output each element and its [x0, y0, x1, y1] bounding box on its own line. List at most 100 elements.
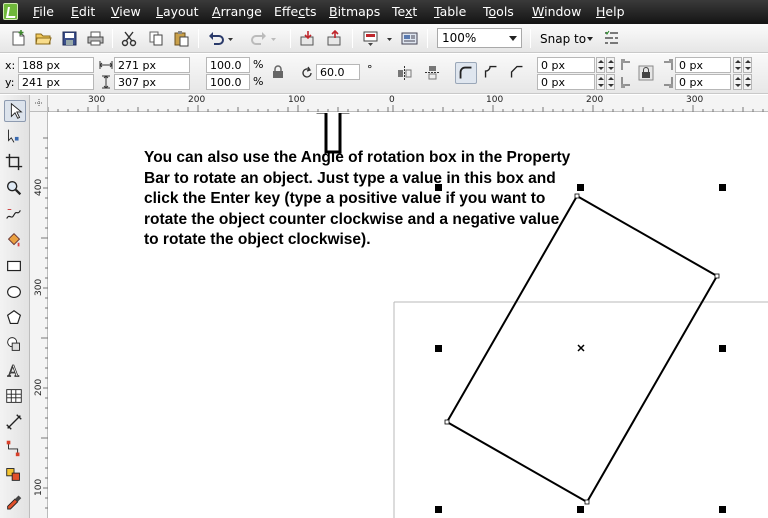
node-handle[interactable]: [444, 419, 450, 425]
menu-file[interactable]: File: [33, 4, 54, 19]
node-handle[interactable]: [714, 273, 720, 279]
menu-bitmaps[interactable]: Bitmaps: [329, 4, 380, 19]
open-folder-icon[interactable]: [35, 30, 52, 47]
x-position-field[interactable]: 188 px: [18, 57, 94, 73]
eyedropper-tool[interactable]: [4, 490, 26, 512]
round-corner-icon: [459, 66, 472, 79]
export-icon[interactable]: [326, 30, 343, 47]
shape-tool[interactable]: [4, 126, 26, 148]
menu-tools[interactable]: Tools: [483, 4, 514, 19]
round-corner-button[interactable]: [455, 62, 477, 84]
corner-radius-top-right-spinner[interactable]: [733, 57, 742, 73]
corner-radius-bottom-left-field[interactable]: 0 px: [537, 74, 595, 90]
rectangle-tool[interactable]: [4, 256, 26, 278]
menu-edit[interactable]: Edit: [71, 4, 95, 19]
copy-icon[interactable]: [148, 30, 165, 47]
scalloped-corner-button[interactable]: [481, 62, 503, 84]
zoom-tool[interactable]: [4, 178, 26, 200]
mirror-horizontal-icon[interactable]: [396, 65, 413, 82]
redo-dropdown-icon[interactable]: [270, 30, 277, 47]
selection-handle-bottom-left[interactable]: [435, 506, 442, 513]
menu-table[interactable]: Table: [434, 4, 466, 19]
pick-tool[interactable]: [4, 100, 26, 122]
menu-view[interactable]: View: [111, 4, 141, 19]
selection-handle-bottom[interactable]: [577, 506, 584, 513]
launcher-dropdown-icon[interactable]: [386, 30, 393, 47]
selection-handle-top[interactable]: [577, 184, 584, 191]
vertical-ruler[interactable]: 400 300 200 100: [30, 112, 48, 518]
y-position-field[interactable]: 241 px: [18, 74, 94, 90]
corner-radius-bottom-left-spinner[interactable]: [596, 74, 605, 90]
corner-radius-bottom-left-spinner-2[interactable]: [606, 74, 615, 90]
redo-icon[interactable]: [250, 30, 267, 47]
object-width-field[interactable]: 271 px: [114, 57, 190, 73]
text-tool[interactable]: A: [4, 360, 26, 382]
undo-dropdown-icon[interactable]: [227, 30, 234, 47]
crop-tool[interactable]: [4, 152, 26, 174]
snap-to-button[interactable]: Snap to: [540, 32, 586, 46]
corner-radius-bottom-right-spinner[interactable]: [733, 74, 742, 90]
ruler-origin-icon: [35, 99, 43, 107]
dimension-tool[interactable]: [4, 412, 26, 434]
connector-tool[interactable]: [4, 438, 26, 460]
lock-ratio-icon[interactable]: [272, 65, 284, 79]
center-of-rotation-icon[interactable]: [577, 344, 585, 352]
options-icon[interactable]: [603, 30, 620, 47]
paste-icon[interactable]: [173, 30, 190, 47]
corner-radius-top-left-field[interactable]: 0 px: [537, 57, 595, 73]
interactive-fill-tool[interactable]: [4, 464, 26, 486]
snap-to-dropdown-icon[interactable]: [587, 37, 593, 41]
lock-corners-icon[interactable]: [638, 65, 654, 81]
corner-radius-top-left-spinner[interactable]: [596, 57, 605, 73]
node-handle[interactable]: [584, 499, 590, 505]
corner-radius-top-right-field[interactable]: 0 px: [675, 57, 731, 73]
object-height-field[interactable]: 307 px: [114, 74, 190, 90]
table-tool[interactable]: [4, 386, 26, 408]
freehand-tool[interactable]: [4, 204, 26, 226]
print-icon[interactable]: [87, 30, 104, 47]
chamfered-corner-button[interactable]: [507, 62, 529, 84]
menu-text-tail: t: [412, 4, 418, 19]
toolbar-separator: [290, 29, 291, 48]
corner-radius-bottom-right-field[interactable]: 0 px: [675, 74, 731, 90]
scale-y-field[interactable]: 100.0: [206, 74, 250, 90]
zoom-level-combo[interactable]: 100%: [437, 28, 522, 48]
selection-handle-left[interactable]: [435, 345, 442, 352]
selection-handle-right[interactable]: [719, 345, 726, 352]
welcome-screen-icon[interactable]: [401, 30, 418, 47]
application-launcher-icon[interactable]: [362, 30, 379, 47]
menu-view-label: iew: [119, 4, 141, 19]
pick-tool-icon: [10, 102, 23, 119]
angle-of-rotation-field[interactable]: 60.0: [316, 64, 360, 80]
zoom-level-value: 100%: [442, 31, 477, 45]
hruler-label: 100: [486, 95, 504, 105]
selection-handle-bottom-right[interactable]: [719, 506, 726, 513]
import-icon[interactable]: [299, 30, 316, 47]
selection-handle-top-right[interactable]: [719, 184, 726, 191]
menu-edit-mnemonic: E: [71, 4, 79, 19]
undo-icon[interactable]: [208, 30, 225, 47]
app-logo-icon[interactable]: [3, 3, 18, 20]
ellipse-tool[interactable]: [4, 282, 26, 304]
menu-help[interactable]: Help: [596, 4, 625, 19]
menu-window[interactable]: Window: [532, 4, 581, 19]
zoom-dropdown-icon[interactable]: [509, 36, 517, 41]
horizontal-ruler[interactable]: 300 200 100 0 100 200 300: [47, 95, 768, 112]
smart-fill-tool[interactable]: [4, 230, 26, 252]
menu-effects[interactable]: Effects: [274, 4, 317, 19]
corner-radius-top-right-spinner-2[interactable]: [743, 57, 752, 73]
menu-arrange[interactable]: Arrange: [212, 4, 262, 19]
menu-layout[interactable]: Layout: [156, 4, 199, 19]
ruler-origin-corner[interactable]: [30, 95, 48, 112]
corner-radius-top-left-spinner-2[interactable]: [606, 57, 615, 73]
scale-x-field[interactable]: 100.0: [206, 57, 250, 73]
node-handle[interactable]: [574, 193, 580, 199]
new-document-icon[interactable]: [10, 30, 27, 47]
menu-text[interactable]: Text: [392, 4, 417, 19]
basic-shapes-tool[interactable]: [4, 334, 26, 356]
mirror-vertical-icon[interactable]: [424, 64, 441, 81]
cut-icon[interactable]: [121, 30, 138, 47]
corner-radius-bottom-right-spinner-2[interactable]: [743, 74, 752, 90]
polygon-tool[interactable]: [4, 308, 26, 330]
save-icon[interactable]: [61, 30, 78, 47]
